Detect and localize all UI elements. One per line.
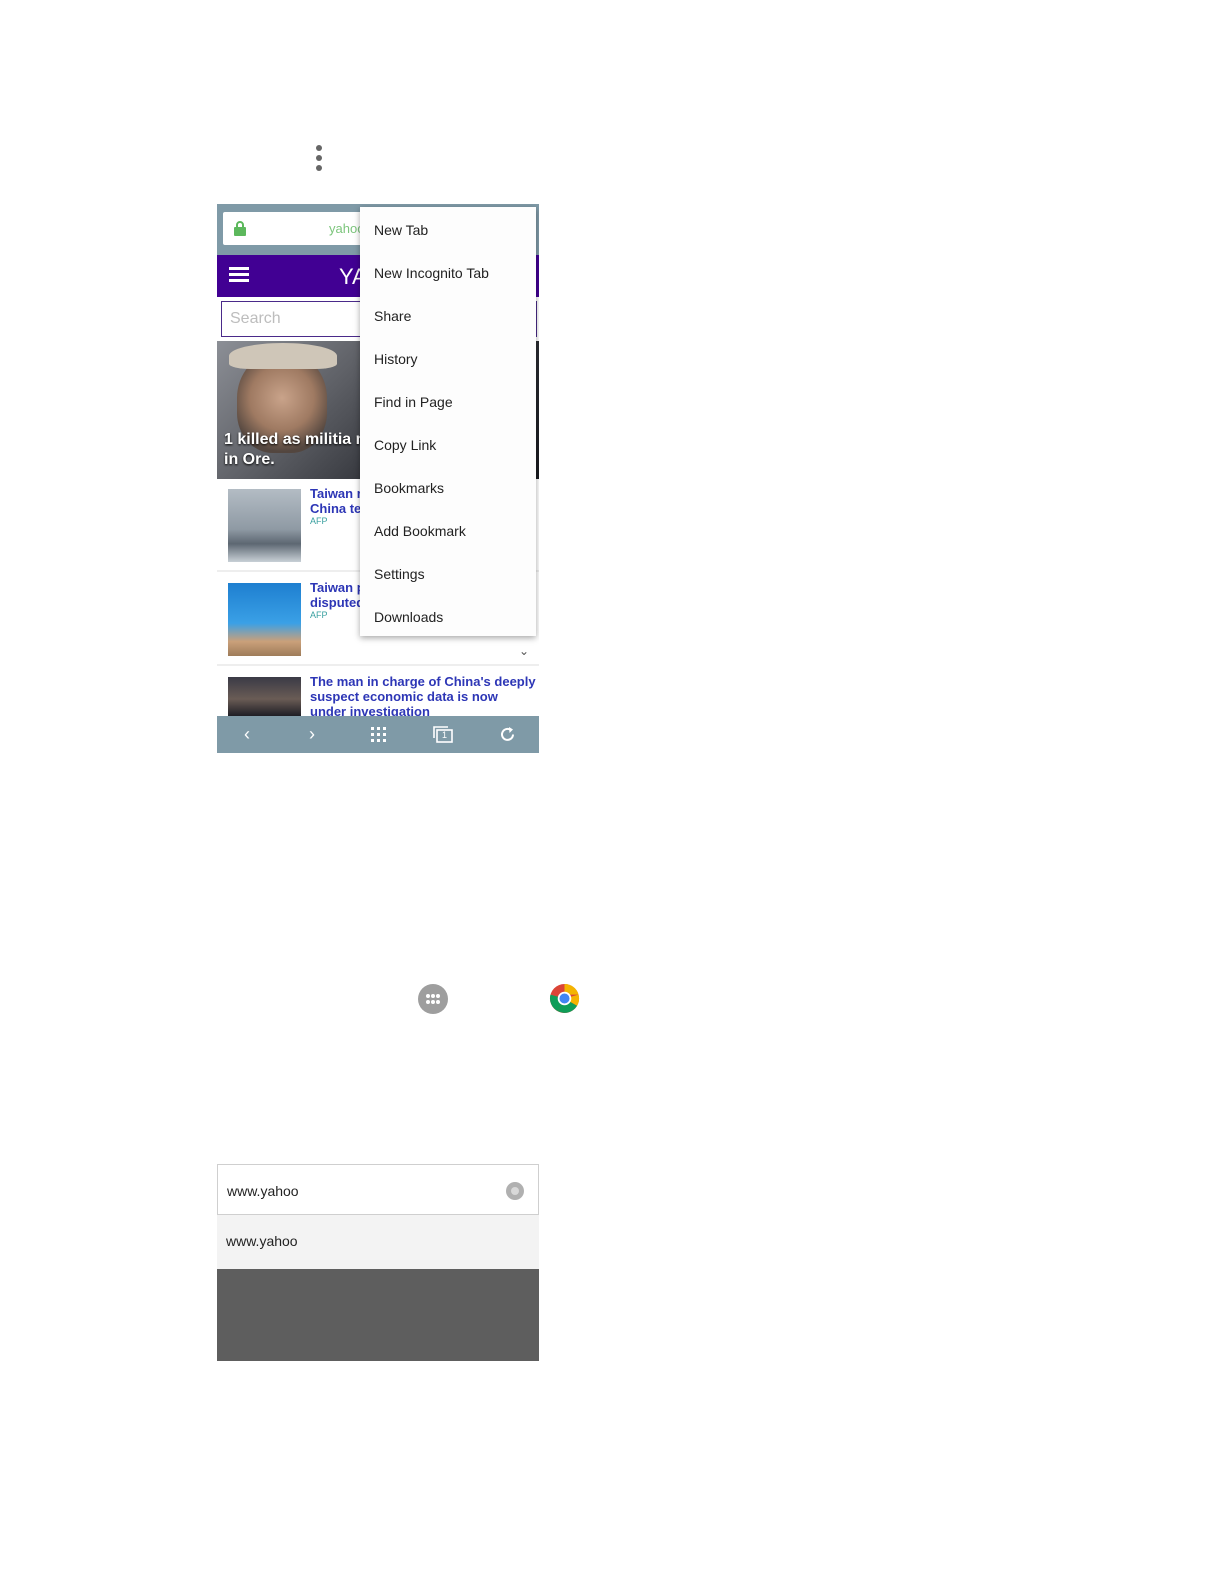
news-item-1[interactable]: Taiwan r China te AFP <box>310 486 362 526</box>
menu-item-copy-link[interactable]: Copy Link <box>374 437 436 453</box>
hero-title[interactable]: 1 killed as militia m in Ore. <box>224 430 370 470</box>
menu-item-share[interactable]: Share <box>374 308 411 324</box>
news-item-3[interactable]: The man in charge of China's deeply susp… <box>310 674 536 719</box>
overflow-menu: New Tab New Incognito Tab Share History … <box>360 207 536 636</box>
news-thumbnail[interactable] <box>228 677 301 717</box>
address-entry-screenshot: www.yahoo www.yahoo <box>217 1164 539 1361</box>
menu-item-new-incognito-tab[interactable]: New Incognito Tab <box>374 265 489 281</box>
search-placeholder: Search <box>230 310 281 327</box>
menu-item-new-tab[interactable]: New Tab <box>374 222 428 238</box>
chevron-down-icon[interactable]: ⌄ <box>519 644 529 658</box>
refresh-icon[interactable] <box>499 726 516 743</box>
menu-item-bookmarks[interactable]: Bookmarks <box>374 480 444 496</box>
news-thumbnail[interactable] <box>228 489 301 562</box>
tabs-icon[interactable]: 1 <box>433 726 453 743</box>
back-icon[interactable]: ‹ <box>244 724 250 745</box>
forward-icon[interactable]: › <box>309 724 315 745</box>
suggestion-item[interactable]: www.yahoo <box>217 1215 539 1269</box>
clear-icon[interactable] <box>506 1182 524 1200</box>
apps-icon[interactable] <box>418 984 448 1014</box>
bottom-toolbar: ‹ › 1 <box>217 716 539 753</box>
kebab-menu-icon[interactable] <box>308 143 330 175</box>
chrome-icon[interactable] <box>549 983 580 1014</box>
address-input-value: www.yahoo <box>227 1183 299 1199</box>
address-input[interactable]: www.yahoo <box>217 1164 539 1215</box>
menu-item-add-bookmark[interactable]: Add Bookmark <box>374 523 466 539</box>
news-item-2[interactable]: Taiwan p disputed AFP <box>310 580 365 620</box>
lock-icon <box>234 221 246 236</box>
menu-item-downloads[interactable]: Downloads <box>374 609 443 625</box>
menu-item-find-in-page[interactable]: Find in Page <box>374 394 453 410</box>
hamburger-icon[interactable] <box>229 267 249 283</box>
suggestion-text: www.yahoo <box>226 1233 298 1249</box>
menu-item-settings[interactable]: Settings <box>374 566 425 582</box>
apps-grid-icon[interactable] <box>371 727 386 742</box>
hero-hat <box>229 343 337 369</box>
divider <box>217 664 539 666</box>
browser-screenshot: yahoo YA Search 1 killed as militia m in… <box>217 204 539 753</box>
menu-item-history[interactable]: History <box>374 351 418 367</box>
news-thumbnail[interactable] <box>228 583 301 656</box>
